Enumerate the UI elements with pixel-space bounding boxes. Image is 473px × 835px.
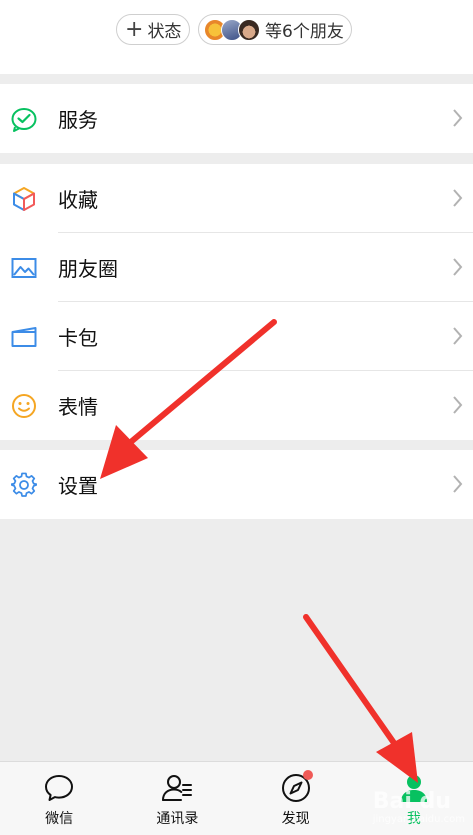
- chat-bubble-icon: [45, 775, 74, 801]
- menu-item-moments[interactable]: 朋友圈: [0, 233, 473, 302]
- menu-item-label: 朋友圈: [58, 257, 118, 281]
- tab-chats[interactable]: 微信: [0, 762, 118, 835]
- menu-item-label: 服务: [58, 108, 98, 132]
- chevron-right-icon: [453, 475, 463, 493]
- tab-contacts[interactable]: 通讯录: [118, 762, 236, 835]
- chevron-right-icon: [453, 327, 463, 345]
- menu-item-settings[interactable]: 设置: [0, 450, 473, 519]
- plus-icon: +: [125, 16, 144, 42]
- arrow-to-me-tab: [303, 614, 418, 783]
- watermark-text: Bai du: [372, 789, 451, 814]
- menu-item-label: 收藏: [58, 188, 98, 212]
- settings-section: 设置: [0, 450, 473, 519]
- tab-label: 发现: [281, 811, 310, 827]
- menu-item-stickers[interactable]: 表情: [0, 371, 473, 440]
- gear-icon: [11, 472, 37, 497]
- menu-item-label: 设置: [58, 474, 98, 498]
- notification-dot: [302, 770, 313, 780]
- chevron-right-icon: [453, 109, 463, 127]
- friends-count-label: 等6个朋友: [265, 22, 344, 42]
- features-section: 收藏 朋友圈 卡包 表情: [0, 164, 473, 440]
- menu-item-label: 表情: [58, 395, 98, 419]
- profile-status-area: + 状态 等6个朋友: [0, 0, 473, 74]
- photo-icon: [11, 258, 37, 278]
- add-status-button[interactable]: + 状态: [116, 14, 190, 45]
- menu-item-cards[interactable]: 卡包: [0, 302, 473, 371]
- tab-label: 通讯录: [156, 811, 199, 827]
- watermark-sub: jingyan.baidu.com: [372, 814, 465, 825]
- friends-status-button[interactable]: 等6个朋友: [198, 14, 352, 45]
- menu-item-label: 卡包: [58, 326, 98, 350]
- menu-item-service[interactable]: 服务: [0, 84, 473, 153]
- wechat-pay-icon: [11, 108, 37, 132]
- tab-discover[interactable]: 发现: [237, 762, 355, 835]
- contacts-icon: [162, 775, 193, 801]
- friend-avatars: [204, 18, 260, 41]
- cube-icon: [13, 187, 35, 211]
- card-wallet-icon: [11, 327, 37, 347]
- avatar: [238, 18, 260, 41]
- watermark: Bai du jingyan.baidu.com: [373, 789, 465, 825]
- chevron-right-icon: [453, 189, 463, 207]
- service-section: 服务: [0, 84, 473, 153]
- chevron-right-icon: [453, 258, 463, 276]
- smiley-icon: [12, 394, 36, 418]
- menu-item-favorites[interactable]: 收藏: [0, 164, 473, 233]
- add-status-label: 状态: [147, 22, 182, 42]
- tab-label: 微信: [45, 811, 74, 827]
- chevron-right-icon: [453, 396, 463, 414]
